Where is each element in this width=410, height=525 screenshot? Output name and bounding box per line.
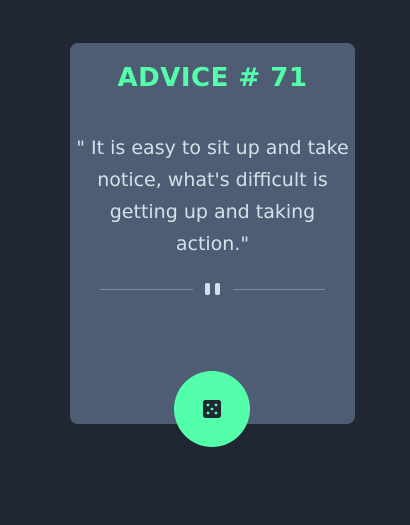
advice-card: ADVICE # 71 " It is easy to sit up and t…: [70, 43, 355, 424]
pattern-divider: [100, 282, 325, 296]
dice-icon: [203, 400, 221, 418]
new-advice-button[interactable]: [174, 371, 250, 447]
advice-quote: " It is easy to sit up and take notice, …: [76, 137, 349, 255]
advice-title: ADVICE # 71: [117, 63, 308, 93]
divider-line-right: [232, 288, 325, 290]
pause-icon: [193, 283, 233, 295]
pause-bar-right: [215, 283, 220, 295]
pause-bar-left: [205, 283, 210, 295]
divider-line-left: [100, 288, 193, 290]
